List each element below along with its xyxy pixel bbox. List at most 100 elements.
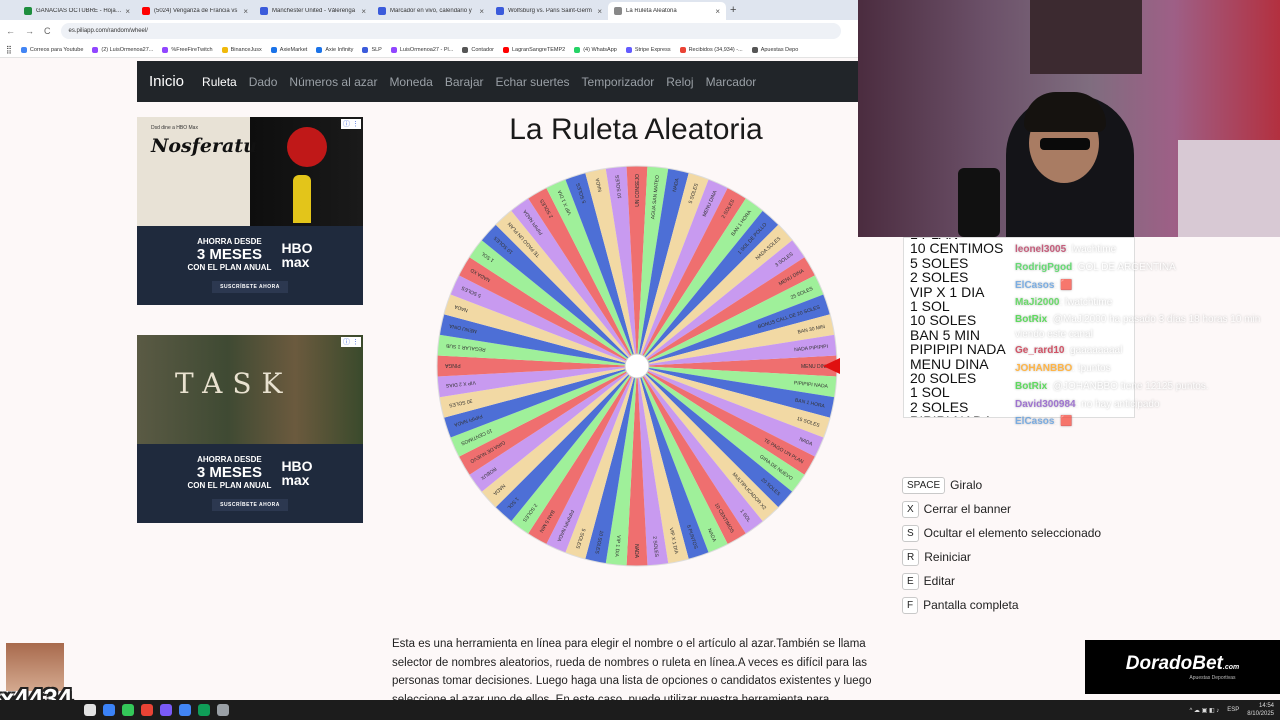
bookmark-item[interactable]: SLP [362,46,382,53]
browser-tab[interactable]: (5024) Venganza de Francia vs × [136,2,254,20]
tab-close-icon[interactable]: × [715,7,720,16]
reload-icon[interactable]: C [44,26,51,36]
tab-close-icon[interactable]: × [597,7,602,16]
url-text: es.piliapp.com/random/wheel/ [68,28,148,34]
browser-tab[interactable]: GANACIAS OCTUBRE - Hojas de × [18,2,136,20]
language-indicator[interactable]: ESP [1227,707,1239,713]
url-input[interactable]: es.piliapp.com/random/wheel/ [60,23,841,39]
bookmark-item[interactable]: (4) WhatsApp [574,46,617,53]
room-light-graphic [1178,140,1280,237]
bookmark-label: %FreeFireTwitch [171,46,213,53]
tab-favicon-icon [142,7,150,15]
spinner-wheel[interactable]: MENU DINAPIPIPIPI NADABAN 1 HORA15 SOLES… [434,163,840,569]
tab-close-icon[interactable]: × [479,7,484,16]
tab-close-icon[interactable]: × [361,7,366,16]
taskbar-app-icon[interactable] [103,704,115,716]
shortcut-label: Editar [923,574,956,588]
nav-link[interactable]: Moneda [389,75,432,89]
nav-link[interactable]: Marcador [706,75,757,89]
nav-link[interactable]: Números al azar [289,75,377,89]
ad-info-icon[interactable]: ⓘ ⋮ [341,119,361,129]
back-icon[interactable]: ← [6,26,15,36]
nav-link[interactable]: Barajar [445,75,484,89]
shortcut-key[interactable]: R [902,548,920,566]
bookmark-item[interactable]: %FreeFireTwitch [162,46,213,53]
bookmark-item[interactable]: Stripe Express [625,46,671,53]
nav-brand-link[interactable]: Inicio [149,73,184,90]
ad-image: TASK ⓘ ⋮ [137,335,363,444]
streamer-hair-graphic [1024,92,1106,132]
ad-banner-task[interactable]: TASK ⓘ ⋮ AHORRA DESDE 3 MESES CON EL PLA… [137,335,363,523]
ad-banner-nosferatu[interactable]: Dsd dine a HBO Max Nosferatu ⓘ ⋮ AHORRA … [137,117,363,305]
browser-tab[interactable]: Marcador en vivo, calendario y × [372,2,490,20]
ad-line1: AHORRA DESDE [197,455,262,465]
bookmark-label: Apuestas Depo [760,46,799,53]
shortcut-label: Ocultar el elemento seleccionado [923,526,1102,540]
tab-title: Marcador en vivo, calendario y [390,8,472,14]
bookmark-item[interactable]: Apuestas Depo [751,46,799,53]
new-tab-icon[interactable]: + [730,4,736,16]
chat-text: : @JOHANBBO tiene 12125 puntos. [1047,380,1209,392]
apps-icon[interactable]: ⣿ [6,45,12,54]
bookmark-icon [270,46,277,53]
bookmark-item[interactable]: LagranSangreTEMP2 [502,46,565,53]
chat-message: ElCasos: 🟥 [1015,413,1280,431]
ad-line3: CON EL PLAN ANUAL [187,480,272,490]
taskbar-app-icon[interactable] [160,704,172,716]
chat-text: : !puntos [1072,362,1111,374]
ad-subscribe-button[interactable]: SUSCRÍBETE AHORA [212,280,288,293]
chat-message: RodrigPgod: GOL DE ARGENTINA [1015,259,1280,277]
nav-link[interactable]: Ruleta [202,75,237,89]
shortcut-key[interactable]: E [902,572,919,590]
shortcut-key[interactable]: S [902,524,919,542]
tab-title: Manchester United - Vålerenga [272,8,356,14]
nav-link[interactable]: Dado [249,75,278,89]
bookmark-label: (4) WhatsApp [583,46,617,53]
bookmark-icon [679,46,686,53]
taskbar-app-icon[interactable] [179,704,191,716]
nav-link[interactable]: Temporizador [582,75,655,89]
chat-username: JOHANBBO [1015,362,1073,374]
bookmark-item[interactable]: Correos para Youtube [20,46,83,53]
sponsor-tagline: Apuestas Deportivas [1189,675,1236,681]
browser-tab[interactable]: Manchester United - Vålerenga × [254,2,372,20]
shortcut-key[interactable]: X [902,500,919,518]
nav-link[interactable]: Echar suertes [496,75,570,89]
bookmark-icon [20,46,27,53]
nav-link[interactable]: Reloj [666,75,693,89]
taskbar-app-icon[interactable] [141,704,153,716]
stream-chat-overlay: leonel3005: lwachtime RodrigPgod: GOL DE … [1015,241,1280,431]
shortcut-label: Reiniciar [924,550,971,564]
shortcut-key[interactable]: SPACE [902,476,946,494]
bookmark-icon [162,46,169,53]
ad-offer-text: AHORRA DESDE 3 MESES CON EL PLAN ANUAL [187,238,271,272]
browser-tab[interactable]: Wolfsburg vs. Paris Saint-Germ × [490,2,608,20]
ad-title: TASK [175,367,293,400]
tab-close-icon[interactable]: × [243,7,248,16]
chat-username: ElCasos [1015,279,1055,291]
bookmark-item[interactable]: Recibidos (34,934) -... [679,46,743,53]
taskbar-app-icon[interactable] [217,704,229,716]
forward-icon[interactable]: → [25,26,34,36]
taskbar-app-icon[interactable] [122,704,134,716]
bookmark-item[interactable]: Axie Infinity [316,46,353,53]
tab-favicon-icon [260,7,268,15]
taskbar-app-icon[interactable] [84,704,96,716]
tab-close-icon[interactable]: × [125,7,130,16]
clock[interactable]: 14:54 8/10/2025 [1247,702,1274,718]
ad-info-icon[interactable]: ⓘ ⋮ [341,337,361,347]
shortcut-key[interactable]: F [902,596,919,614]
ad-line1: AHORRA DESDE [197,237,262,247]
ad-subscribe-button[interactable]: SUSCRÍBETE AHORA [212,498,288,511]
taskbar-app-icon[interactable] [198,704,210,716]
bookmark-item[interactable]: LuisOrmenoa27 - Pl... [390,46,453,53]
wheel-center-hub[interactable] [624,353,650,379]
browser-tab[interactable]: La Ruleta Aleatoria × [608,2,726,20]
bookmark-item[interactable]: BinanceJusx [221,46,262,53]
bookmark-item[interactable]: AxieMarket [270,46,307,53]
bookmark-item[interactable]: (2) LuisOrmenoa27... [92,46,153,53]
tray-icons[interactable]: ^ ☁ ▣ ◧ ♪ [1189,707,1219,714]
tab-title: GANACIAS OCTUBRE - Hojas de [36,8,123,14]
bookmark-item[interactable]: Contador [462,46,494,53]
bookmark-label: Stripe Express [634,46,671,53]
